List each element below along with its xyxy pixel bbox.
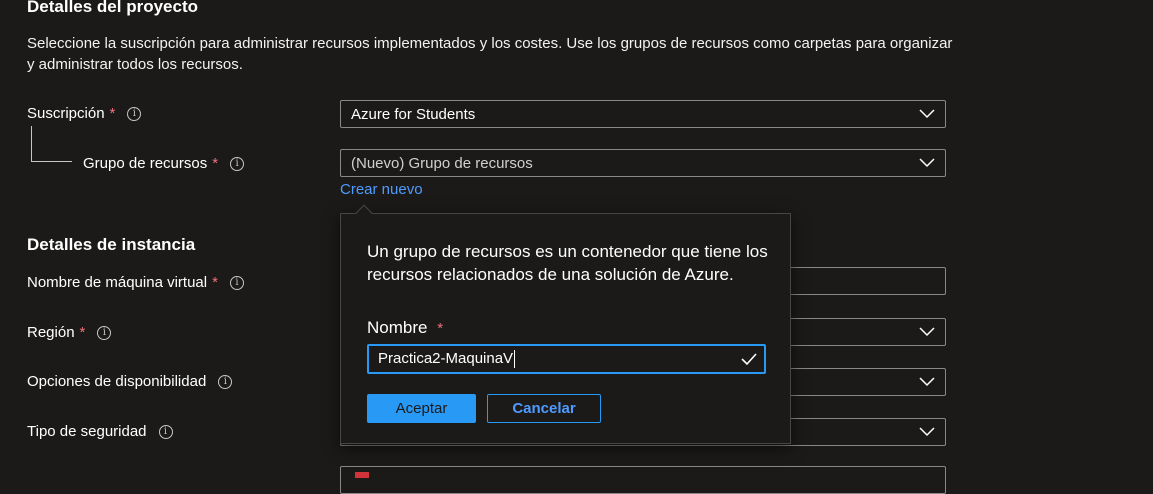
security-icon bbox=[355, 472, 369, 478]
resource-group-label: Grupo de recursos bbox=[83, 155, 208, 172]
image-dropdown[interactable] bbox=[340, 466, 946, 494]
project-details-description: Seleccione la suscripción para administr… bbox=[27, 35, 953, 73]
region-label-row: Región * i bbox=[27, 324, 112, 341]
info-icon[interactable]: i bbox=[229, 275, 244, 290]
security-type-label-row: Tipo de seguridad i bbox=[27, 423, 173, 440]
subscription-label-row: Suscripción * i bbox=[27, 105, 142, 122]
info-icon[interactable]: i bbox=[97, 325, 112, 340]
resource-group-label-row: Grupo de recursos * i bbox=[83, 155, 245, 172]
subscription-value: Azure for Students bbox=[351, 105, 476, 123]
instance-details-heading: Detalles de instancia bbox=[27, 235, 196, 254]
required-asterisk: * bbox=[437, 320, 444, 337]
required-asterisk: * bbox=[212, 274, 218, 291]
name-label-row: Nombre * bbox=[367, 318, 443, 338]
chevron-down-icon bbox=[919, 377, 935, 387]
tree-connector-horizontal bbox=[31, 161, 72, 162]
checkmark-icon bbox=[741, 353, 757, 366]
availability-label-row: Opciones de disponibilidad i bbox=[27, 373, 233, 390]
project-details-heading: Detalles del proyecto bbox=[27, 0, 199, 16]
required-asterisk: * bbox=[109, 105, 116, 122]
info-icon[interactable]: i bbox=[158, 424, 173, 439]
resource-group-dropdown[interactable]: (Nuevo) Grupo de recursos bbox=[340, 149, 946, 177]
security-type-label: Tipo de seguridad bbox=[27, 423, 147, 440]
resource-group-value: (Nuevo) Grupo de recursos bbox=[351, 154, 533, 172]
text-caret bbox=[514, 350, 516, 369]
info-icon[interactable]: i bbox=[127, 106, 142, 121]
chevron-down-icon bbox=[919, 109, 935, 119]
callout-description: Un grupo de recursos es un contenedor qu… bbox=[367, 242, 768, 284]
accept-button[interactable]: Aceptar bbox=[367, 394, 476, 423]
resource-group-name-input[interactable]: Practica2-MaquinaV bbox=[367, 344, 766, 374]
chevron-down-icon bbox=[919, 158, 935, 168]
chevron-down-icon bbox=[919, 327, 935, 337]
name-label: Nombre bbox=[367, 318, 428, 337]
subscription-dropdown[interactable]: Azure for Students bbox=[340, 100, 946, 128]
info-icon[interactable]: i bbox=[230, 156, 245, 171]
subscription-label: Suscripción bbox=[27, 105, 105, 122]
vm-name-label: Nombre de máquina virtual bbox=[27, 274, 208, 291]
info-icon[interactable]: i bbox=[218, 374, 233, 389]
tree-connector-vertical bbox=[31, 126, 32, 161]
create-resource-group-callout: Un grupo de recursos es un contenedor qu… bbox=[340, 213, 791, 444]
region-label: Región bbox=[27, 324, 75, 341]
required-asterisk: * bbox=[212, 155, 219, 172]
name-input-value: Practica2-MaquinaV bbox=[378, 349, 514, 367]
vm-name-label-row: Nombre de máquina virtual * i bbox=[27, 274, 244, 291]
availability-label: Opciones de disponibilidad bbox=[27, 373, 207, 390]
cancel-button[interactable]: Cancelar bbox=[487, 394, 601, 423]
create-new-link[interactable]: Crear nuevo bbox=[340, 181, 423, 198]
chevron-down-icon bbox=[919, 427, 935, 437]
required-asterisk: * bbox=[79, 324, 86, 341]
